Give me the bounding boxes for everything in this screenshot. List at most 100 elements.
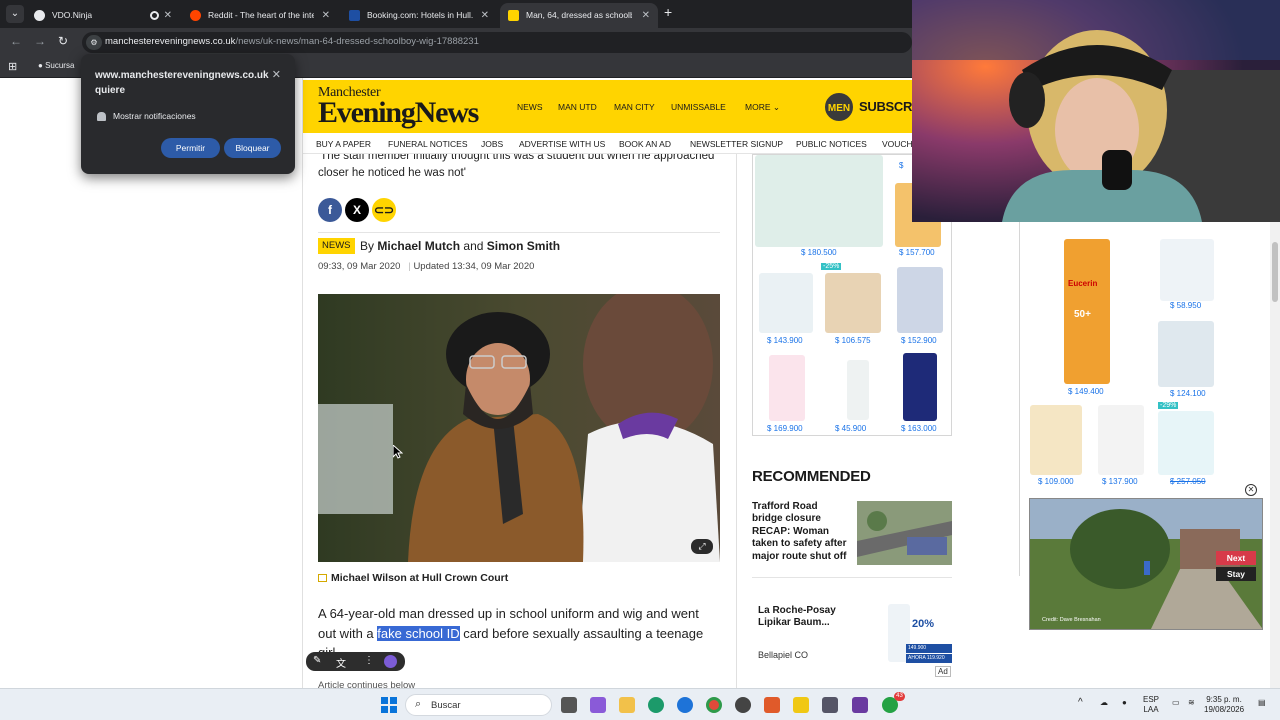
- file-explorer-icon[interactable]: [619, 697, 635, 713]
- stay-button[interactable]: Stay: [1216, 567, 1256, 581]
- app-icon[interactable]: [852, 697, 868, 713]
- subnav-vouchers[interactable]: VOUCH: [882, 139, 913, 149]
- product-image: [1098, 405, 1144, 475]
- expand-image-icon[interactable]: ⤢: [691, 539, 713, 554]
- article-photo[interactable]: ⤢: [318, 294, 720, 562]
- obs-icon[interactable]: [735, 697, 751, 713]
- nav-man-city[interactable]: MAN CITY: [614, 102, 655, 112]
- product-image: [755, 155, 883, 247]
- product-image: [759, 273, 813, 333]
- product-price: $ 106.575: [835, 336, 871, 345]
- site-logo[interactable]: Manchester EveningNews: [318, 86, 479, 128]
- more-options-icon[interactable]: ⋮: [364, 655, 374, 666]
- subnav-jobs[interactable]: JOBS: [481, 139, 503, 149]
- nav-more[interactable]: MORE ⌄: [745, 102, 780, 113]
- assistant-icon[interactable]: [384, 655, 397, 668]
- subnav-book-an-ad[interactable]: BOOK AN AD: [619, 139, 671, 149]
- forward-icon[interactable]: →: [34, 34, 46, 48]
- product-price: $ 157.700: [899, 248, 935, 257]
- nav-news[interactable]: NEWS: [517, 102, 543, 112]
- product-image: [847, 360, 869, 420]
- address-bar[interactable]: ⚙ manchestereveningnews.co.uk/news/uk-ne…: [82, 32, 912, 53]
- copilot-icon[interactable]: [590, 697, 606, 713]
- reload-icon[interactable]: ↻: [58, 34, 68, 48]
- news-category-badge[interactable]: NEWS: [318, 238, 355, 254]
- product-price: $ 124.100: [1170, 389, 1206, 398]
- browser-toolbar: ← → ↻ ⚙ manchestereveningnews.co.uk/news…: [0, 28, 912, 56]
- site-info-icon[interactable]: ⚙: [86, 35, 102, 50]
- taskbar-search[interactable]: ⌕ Buscar: [405, 694, 552, 716]
- close-tab-icon[interactable]: ✕: [642, 3, 650, 28]
- selected-text[interactable]: fake school ID: [377, 625, 460, 641]
- tab-man-64-article[interactable]: Man, 64, dressed as schoolboy ✕: [500, 3, 658, 28]
- cloud-icon[interactable]: ☁: [1100, 698, 1108, 708]
- brave-icon[interactable]: [764, 697, 780, 713]
- sponsored-product-image[interactable]: 20% 149.900 AHORA 119.920: [878, 600, 952, 666]
- url-text[interactable]: manchestereveningnews.co.uk/news/uk-news…: [105, 36, 479, 47]
- task-view-icon[interactable]: [561, 697, 577, 713]
- x-share-icon[interactable]: X: [345, 198, 369, 222]
- nav-man-utd[interactable]: MAN UTD: [558, 102, 597, 112]
- copy-link-icon[interactable]: ⊂⊃: [372, 198, 396, 222]
- tab-vdo-ninja[interactable]: VDO.Ninja ✕: [26, 3, 180, 28]
- apps-grid-icon[interactable]: ⊞: [8, 60, 17, 73]
- facebook-share-icon[interactable]: f: [318, 198, 342, 222]
- product-price: $ 180.500: [801, 248, 837, 257]
- author-link[interactable]: Simon Smith: [487, 239, 560, 253]
- article-dates: 09:33, 09 Mar 2020 | Updated 13:34, 09 M…: [318, 261, 535, 272]
- subnav-public-notices[interactable]: PUBLIC NOTICES: [796, 139, 867, 149]
- tab-search-icon[interactable]: ⌄: [6, 5, 24, 23]
- ad-label: Ad: [935, 666, 951, 677]
- edge-browser-icon[interactable]: [677, 697, 693, 713]
- author-link[interactable]: Michael Mutch: [377, 239, 460, 253]
- next-video-button[interactable]: Next: [1216, 551, 1256, 565]
- microphone-icon[interactable]: ●: [1122, 698, 1127, 708]
- page-scrollbar[interactable]: [1270, 222, 1280, 688]
- webcam-feed: [912, 0, 1280, 222]
- scrollbar-thumb[interactable]: [1272, 242, 1278, 302]
- language-indicator[interactable]: ESP LAA: [1143, 695, 1159, 715]
- notes-app-icon[interactable]: [793, 697, 809, 713]
- chevron-up-icon[interactable]: ^: [1078, 698, 1083, 708]
- windows-start-icon[interactable]: [381, 697, 397, 713]
- vichy-product-image: [897, 267, 943, 333]
- chrome-icon[interactable]: [706, 697, 722, 713]
- sponsored-product-title[interactable]: La Roche-Posay Lipikar Baum...: [758, 605, 868, 630]
- chevron-down-icon: ⌄: [772, 102, 780, 112]
- notifications-icon[interactable]: ▤: [1258, 698, 1266, 708]
- tab-booking[interactable]: Booking.com: Hotels in Hull. Bo ✕: [341, 3, 497, 28]
- new-tab-button[interactable]: +: [664, 4, 672, 20]
- recommended-article-link[interactable]: Trafford Road bridge closure RECAP: Woma…: [752, 501, 848, 563]
- clock[interactable]: 9:35 p. m. 19/08/2026: [1204, 695, 1244, 715]
- highlight-pen-icon[interactable]: ✎: [313, 655, 321, 666]
- notification-count-badge: 43: [894, 692, 905, 701]
- discount-badge: -29%: [1158, 402, 1179, 409]
- allow-button[interactable]: Permitir: [161, 138, 220, 158]
- close-icon[interactable]: ✕: [272, 68, 281, 81]
- close-tab-icon[interactable]: ✕: [164, 3, 172, 28]
- mini-video-player[interactable]: Next Stay Credit: Dave Bresnahan: [1029, 498, 1263, 630]
- settings-gear-icon[interactable]: [822, 697, 838, 713]
- network-icon[interactable]: ▭: [1172, 698, 1180, 708]
- edge-icon[interactable]: [648, 697, 664, 713]
- permission-text: Mostrar notificaciones: [113, 111, 196, 121]
- subnav-newsletter[interactable]: NEWSLETTER SIGNUP: [690, 139, 783, 149]
- nav-unmissable[interactable]: UNMISSABLE: [671, 102, 726, 112]
- close-tab-icon[interactable]: ✕: [481, 3, 489, 28]
- subnav-buy-a-paper[interactable]: BUY A PAPER: [316, 139, 371, 149]
- wifi-icon[interactable]: ≋: [1188, 698, 1195, 708]
- subnav-advertise[interactable]: ADVERTISE WITH US: [519, 139, 605, 149]
- subnav-funeral-notices[interactable]: FUNERAL NOTICES: [388, 139, 468, 149]
- back-icon[interactable]: ←: [10, 34, 22, 48]
- close-tab-icon[interactable]: ✕: [322, 3, 330, 28]
- bookmark-sucursal[interactable]: ● Sucursa: [38, 61, 74, 70]
- translate-icon[interactable]: 文: [336, 655, 346, 670]
- block-button[interactable]: Bloquear: [224, 138, 281, 158]
- continues-label: Article continues below: [318, 680, 416, 688]
- article-byline: By Michael Mutch and Simon Smith: [360, 239, 561, 253]
- cetaphil-product-image: [1158, 411, 1214, 475]
- close-video-icon[interactable]: ✕: [1245, 484, 1257, 496]
- product-price: $ 169.900: [767, 424, 803, 433]
- recommended-thumbnail[interactable]: [857, 501, 952, 565]
- tab-reddit[interactable]: Reddit - The heart of the interne ✕: [182, 3, 338, 28]
